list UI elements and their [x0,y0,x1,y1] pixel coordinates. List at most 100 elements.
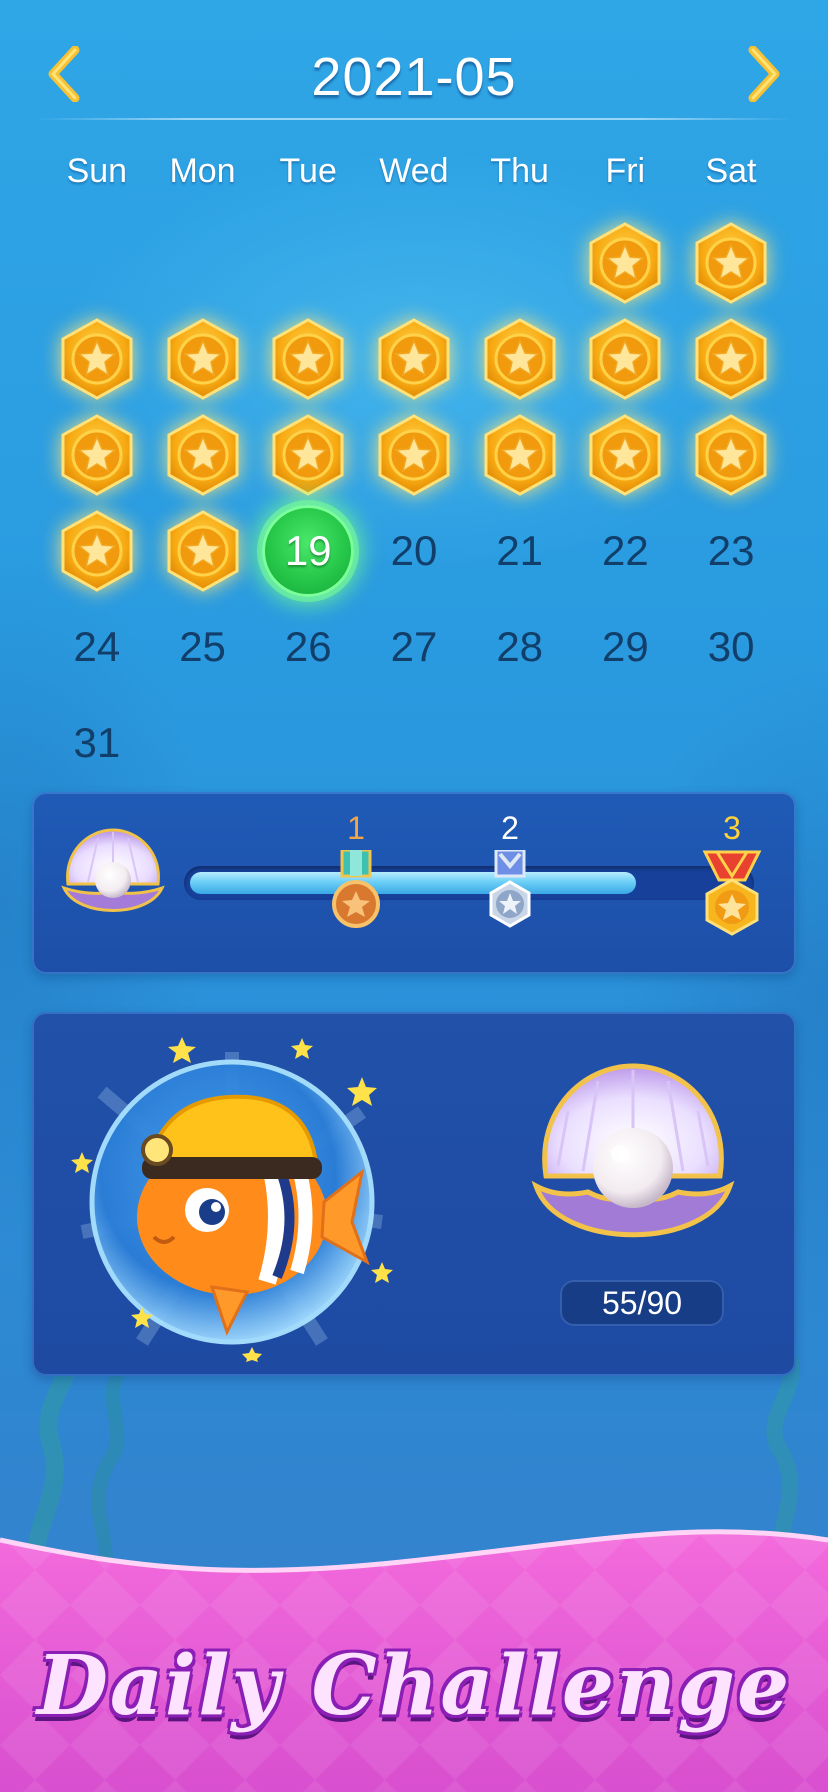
day-number: 25 [179,623,226,670]
star-medal-icon [167,414,239,496]
weekday-label: Fri [605,152,646,190]
calendar-day-22[interactable]: 22 [573,503,679,599]
day-number: 30 [707,623,755,670]
calendar-day-16[interactable] [678,407,784,503]
star-medal-icon [484,414,556,496]
weekday-label: Wed [379,152,449,190]
star-medal-icon [167,510,239,592]
calendar-day-2[interactable] [678,215,784,311]
pearl-shell-icon [531,1063,735,1238]
calendar-day-11[interactable] [150,407,256,503]
star-medal-icon [695,414,767,496]
day-number: 24 [73,623,121,670]
calendar-day-29[interactable]: 29 [573,599,679,695]
star-medal-icon [582,412,668,498]
star-medal-icon [272,414,344,496]
star-medal-icon [484,318,556,400]
milestone-1[interactable]: 1 [316,810,396,936]
star-medal-icon [688,412,774,498]
calendar-day-18[interactable] [150,503,256,599]
daily-challenge-title: Daily Challenge [36,1638,792,1734]
star-medal-icon [589,222,661,304]
weekday-label: Mon [169,152,236,190]
gold-medal-icon [702,850,762,936]
day-number: 27 [390,623,438,670]
next-month-button[interactable] [742,44,786,104]
star-medal-icon [160,316,246,402]
pearl-count-badge: 55/90 [560,1280,724,1326]
day-number: 20 [390,527,438,574]
calendar-day-25[interactable]: 25 [150,599,256,695]
star-medal-icon [695,222,767,304]
calendar-day-13[interactable] [361,407,467,503]
today-indicator: 19 [262,505,355,597]
star-medal-icon [695,318,767,400]
star-medal-icon [477,316,563,402]
calendar-day-12[interactable] [255,407,361,503]
star-medal-icon [371,316,457,402]
calendar-day-6[interactable] [361,311,467,407]
calendar-day-1[interactable] [573,215,679,311]
calendar-day-5[interactable] [255,311,361,407]
calendar-day-30[interactable]: 30 [678,599,784,695]
month-header: 2021-05 [0,30,828,120]
calendar-day-4[interactable] [150,311,256,407]
star-medal-icon [54,508,140,594]
star-medal-icon [61,510,133,592]
weekday-label: Tue [279,152,337,190]
day-number: 19 [284,527,332,574]
calendar-day-28[interactable]: 28 [467,599,573,695]
day-number: 28 [496,623,544,670]
pearl-shell-icon [61,828,165,912]
calendar-day-21[interactable]: 21 [467,503,573,599]
star-medal-icon [477,412,563,498]
day-number: 29 [602,623,649,670]
calendar-day-17[interactable] [44,503,150,599]
star-medal-icon [378,414,450,496]
calendar-day-19[interactable]: 19 [255,503,361,599]
milestone-label: 2 [501,810,519,846]
star-medal-icon [167,318,239,400]
star-medal-icon [272,318,344,400]
milestone-label: 3 [723,810,741,846]
star-medal-icon [378,318,450,400]
star-medal-icon [61,414,133,496]
weekday-label: Sun [66,152,128,190]
star-medal-icon [582,220,668,306]
footer-banner: Daily Challenge [0,1500,828,1792]
calendar-day-14[interactable] [467,407,573,503]
calendar-day-3[interactable] [44,311,150,407]
calendar-day-8[interactable] [573,311,679,407]
calendar-day-27[interactable]: 27 [361,599,467,695]
milestone-3[interactable]: 3 [692,810,772,946]
calendar-day-9[interactable] [678,311,784,407]
calendar-day-31[interactable]: 31 [44,695,150,791]
calendar-day-26[interactable]: 26 [255,599,361,695]
weekday-row: Sun Mon Tue Wed Thu Fri Sat [44,152,784,196]
day-number: 31 [73,719,121,766]
clownfish-miner-icon [71,1037,393,1362]
milestone-label: 1 [347,810,365,846]
star-medal-icon [160,412,246,498]
calendar-day-23[interactable]: 23 [678,503,784,599]
header-divider [36,118,792,120]
day-number: 21 [496,527,544,574]
star-medal-icon [582,316,668,402]
day-number: 22 [602,527,649,574]
calendar-day-10[interactable] [44,407,150,503]
weekday-label: Thu [490,152,549,190]
calendar-day-24[interactable]: 24 [44,599,150,695]
star-medal-icon [61,318,133,400]
star-medal-icon [688,220,774,306]
bronze-medal-icon [332,850,380,928]
calendar-day-15[interactable] [573,407,679,503]
day-number: 23 [707,527,755,574]
star-medal-icon [265,412,351,498]
star-medal-icon [160,508,246,594]
calendar-day-7[interactable] [467,311,573,407]
calendar-day-20[interactable]: 20 [361,503,467,599]
reward-panel: 55/90 [32,1012,796,1376]
day-number: 26 [284,623,332,670]
weekday-label: Sat [705,152,757,190]
milestone-2[interactable]: 2 [470,810,550,936]
